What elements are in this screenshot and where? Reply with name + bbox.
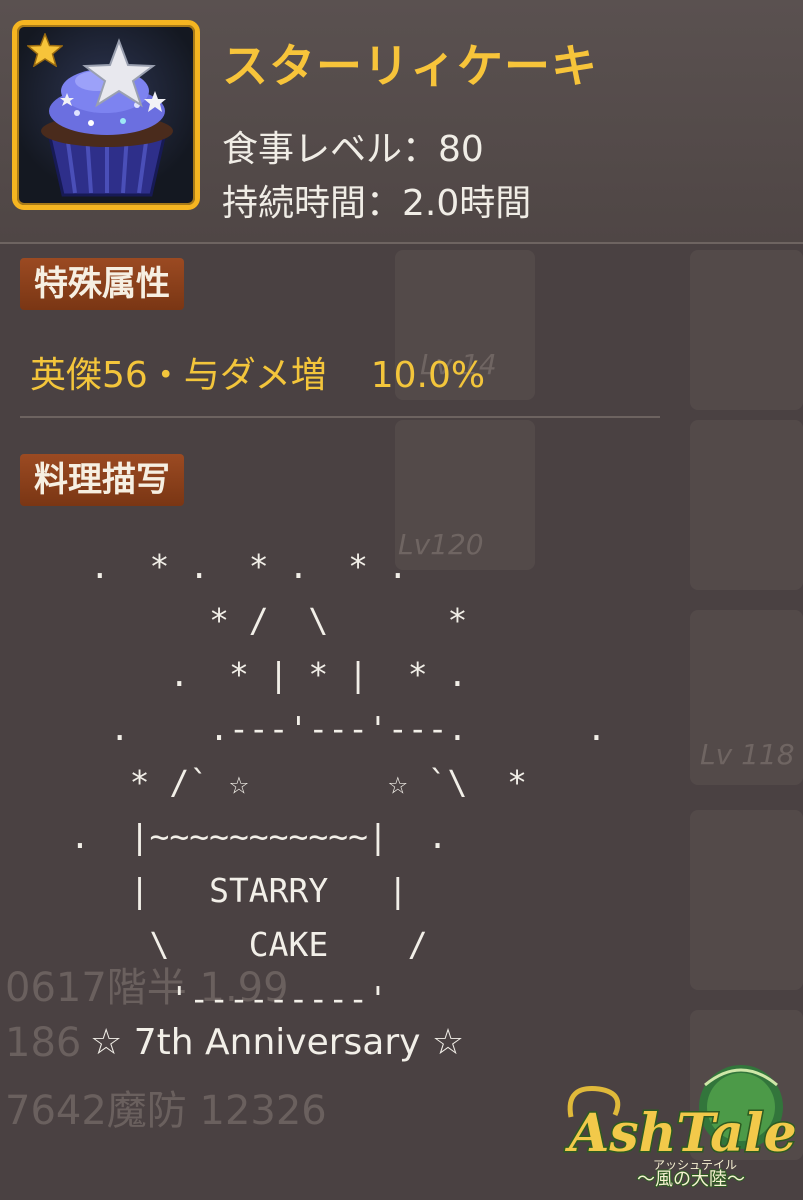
bg-text-line: 7642魔防 12326 bbox=[5, 1088, 327, 1134]
anniversary-caption: ☆ 7th Anniversary ☆ bbox=[90, 1022, 465, 1063]
rarity-star-icon bbox=[27, 33, 63, 67]
bg-text-line: 186 bbox=[5, 1020, 82, 1066]
logo-subtitle: 〜風の大陸〜 bbox=[637, 1169, 745, 1190]
ashtale-logo: AshTale アッシュテイル 〜風の大陸〜 bbox=[563, 1065, 795, 1190]
item-icon-frame[interactable] bbox=[12, 20, 200, 210]
bg-level-label: Lv 118 bbox=[700, 738, 795, 771]
ascii-art-cake: . * . * . * . * / \ * . * | * | * . . .-… bbox=[70, 547, 607, 1018]
item-header: スターリィケーキ 食事レベル：80 持続時間：2.0時間 bbox=[0, 0, 803, 244]
section-divider bbox=[20, 416, 660, 418]
meal-level: 食事レベル：80 bbox=[222, 129, 484, 170]
bg-card bbox=[690, 250, 803, 410]
bg-card bbox=[690, 810, 803, 990]
item-name: スターリィケーキ bbox=[222, 39, 598, 93]
effect-duration: 持続時間：2.0時間 bbox=[222, 183, 532, 224]
attribute-row: 英傑56・与ダメ増 10.0% bbox=[30, 346, 485, 398]
attribute-name: 英傑56・与ダメ増 bbox=[30, 355, 327, 396]
bg-card bbox=[690, 420, 803, 590]
special-attributes-heading: 特殊属性 bbox=[20, 258, 184, 310]
attribute-value: 10.0% bbox=[370, 355, 486, 396]
logo-title: AshTale bbox=[564, 1103, 795, 1164]
cooking-description-heading: 料理描写 bbox=[20, 454, 184, 506]
